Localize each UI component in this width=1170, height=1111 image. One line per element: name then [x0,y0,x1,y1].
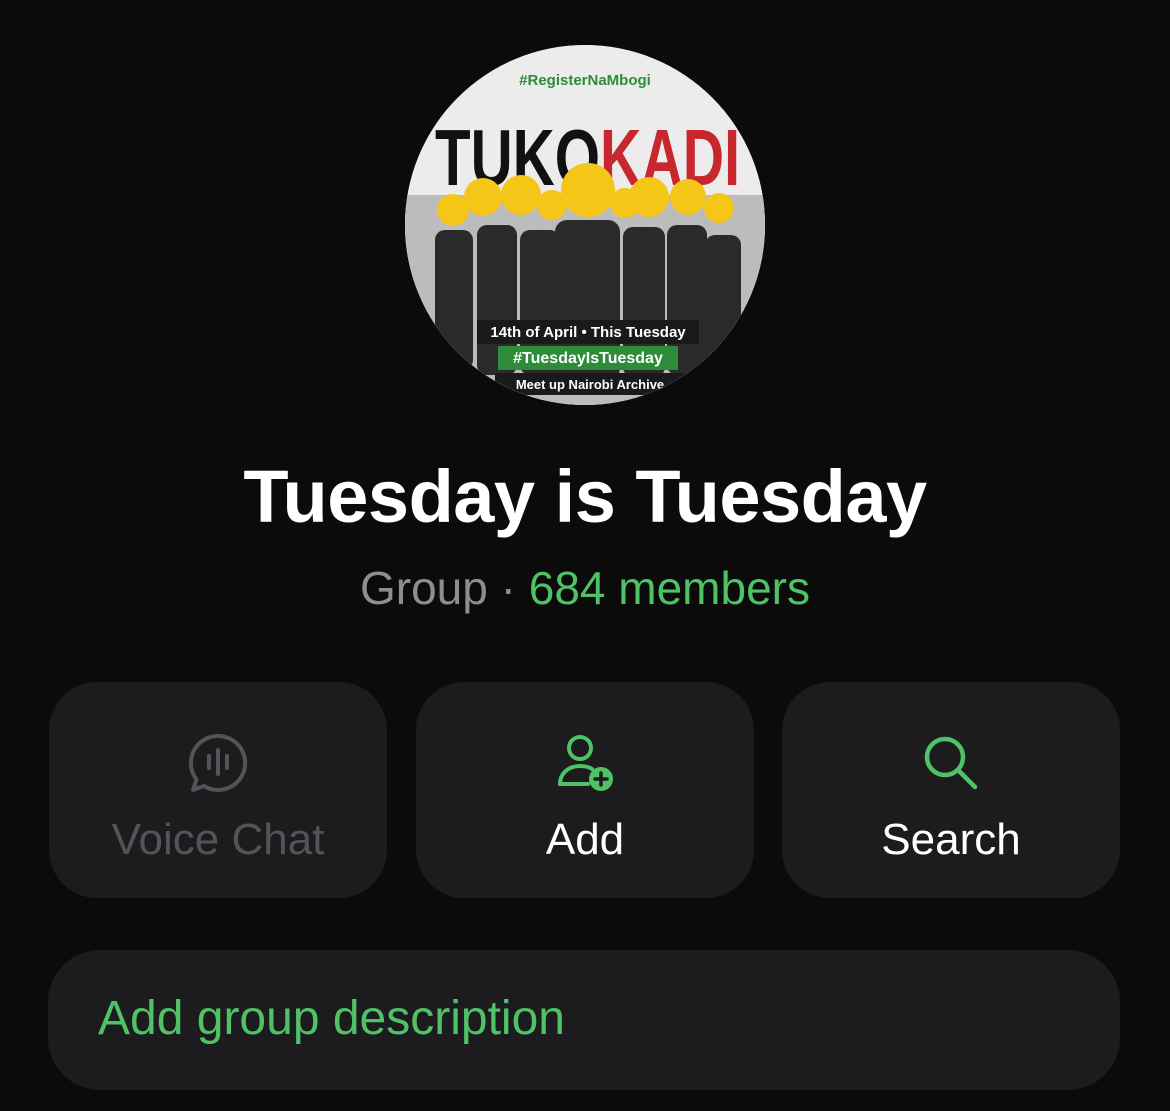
avatar-line-date: 14th of April • This Tuesday [490,324,686,341]
subtitle-separator: · [487,562,529,614]
add-member-button[interactable]: Add [416,682,754,898]
avatar-line-hashtag: #TuesdayIsTuesday [513,350,663,367]
group-type-label: Group [360,562,488,614]
group-avatar-image: #RegisterNaMbogi TUKO KADI 14th of April [405,45,765,405]
add-description-label: Add group description [98,992,565,1045]
search-button[interactable]: Search [782,682,1120,898]
avatar-hashtag-top: #RegisterNaMbogi [519,72,651,89]
group-title: Tuesday is Tuesday [243,455,927,538]
add-member-icon [416,732,754,794]
search-label: Search [881,815,1021,864]
group-subtitle: Group · 684 members [0,560,1170,616]
group-avatar[interactable]: #RegisterNaMbogi TUKO KADI 14th of April [405,45,765,405]
voice-chat-icon [49,732,387,794]
voice-chat-button[interactable]: Voice Chat [49,682,387,898]
avatar-line-meetup: Meet up Nairobi Archive [516,377,664,392]
search-icon [782,732,1120,794]
voice-chat-label: Voice Chat [111,815,325,864]
add-member-label: Add [545,815,625,864]
members-count-link[interactable]: 684 members [529,562,810,614]
add-description-button[interactable]: Add group description [48,950,1120,1090]
